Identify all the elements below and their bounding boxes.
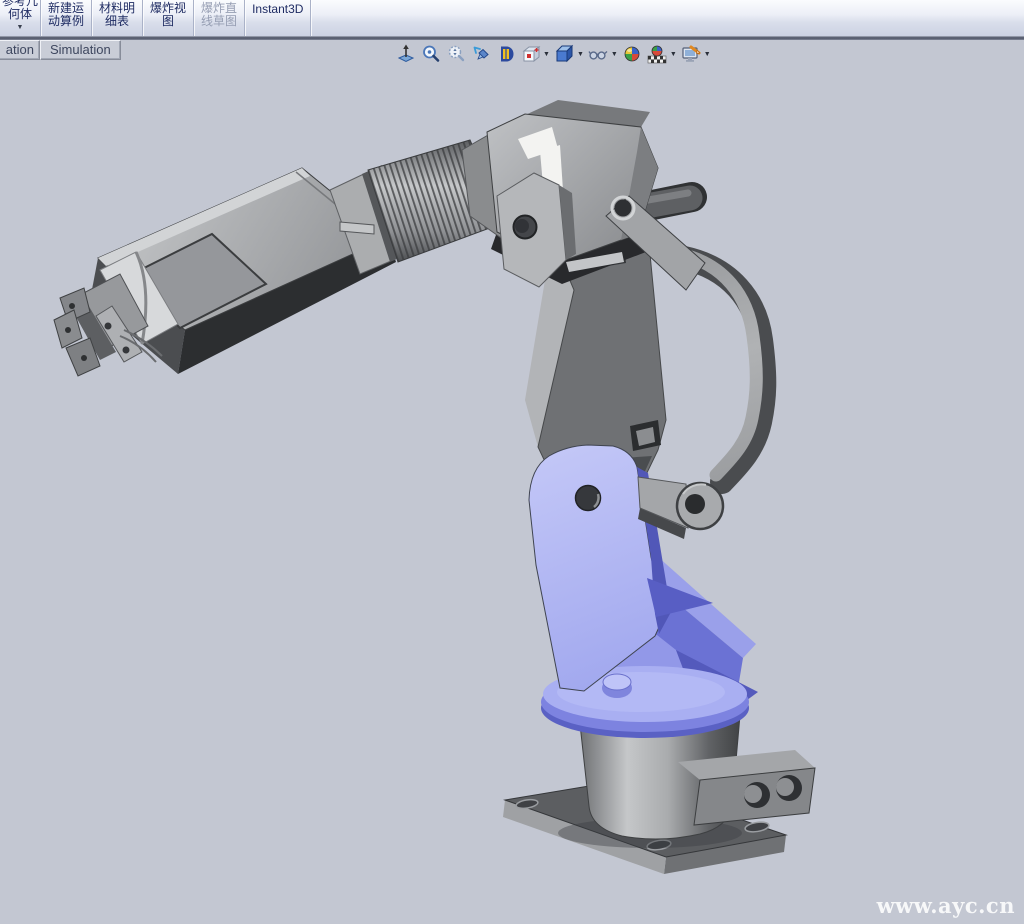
reference-geometry-button[interactable]: 参考几 何体 ▼ — [0, 0, 41, 36]
tab-simulation[interactable]: Simulation — [40, 40, 121, 60]
dropdown-caret-icon[interactable]: ▼ — [704, 51, 711, 58]
instant3d-button[interactable]: Instant3D — [245, 0, 311, 36]
previous-view-icon[interactable] — [471, 44, 491, 64]
dropdown-caret-icon[interactable]: ▼ — [670, 51, 677, 58]
button-label: 线草图 — [201, 15, 237, 28]
exploded-view-button[interactable]: 爆炸视 图 — [143, 0, 194, 36]
bill-of-materials-button[interactable]: 材料明 细表 — [92, 0, 143, 36]
button-label: 动算例 — [48, 15, 84, 28]
button-label: Instant3D — [252, 3, 303, 16]
lobe-hole — [576, 486, 601, 511]
link-hole — [685, 494, 705, 514]
commandmanager-tabs: ation Simulation — [0, 40, 121, 60]
zoom-to-area-icon[interactable] — [421, 44, 441, 64]
heads-up-view-toolbar: ▼ ▼ ▼ — [393, 44, 713, 64]
model-viewport-robot-arm[interactable] — [0, 0, 1024, 924]
display-style-icon[interactable] — [554, 44, 574, 64]
apply-scene-icon[interactable] — [647, 44, 667, 64]
dropdown-caret-icon[interactable]: ▼ — [17, 24, 24, 31]
solidworks-window: 参考几 何体 ▼ 新建运 动算例 材料明 细表 爆炸视 图 爆炸直 线草图 In… — [0, 0, 1024, 924]
explode-line-sketch-button: 爆炸直 线草图 — [194, 0, 245, 36]
side-block[interactable] — [678, 750, 815, 825]
watermark: www.ayc.cn — [877, 893, 1015, 918]
dropdown-caret-icon[interactable]: ▼ — [543, 51, 550, 58]
dropdown-caret-icon[interactable]: ▼ — [577, 51, 584, 58]
button-label: 细表 — [105, 15, 129, 28]
new-motion-study-button[interactable]: 新建运 动算例 — [41, 0, 92, 36]
view-settings-icon[interactable] — [681, 44, 701, 64]
toolbar-divider — [0, 36, 1024, 40]
command-toolbar: 参考几 何体 ▼ 新建运 动算例 材料明 细表 爆炸视 图 爆炸直 线草图 In… — [0, 0, 1024, 36]
button-label: 何体 — [8, 8, 32, 21]
hide-show-items-icon[interactable] — [588, 44, 608, 64]
zoom-to-fit-icon[interactable] — [396, 44, 416, 64]
section-view-icon[interactable] — [496, 44, 516, 64]
view-orientation-icon[interactable] — [521, 44, 541, 64]
disc-pin-top — [603, 674, 631, 690]
curved-linkage[interactable] — [680, 254, 764, 482]
edit-appearance-icon[interactable] — [622, 44, 642, 64]
dropdown-caret-icon[interactable]: ▼ — [611, 51, 618, 58]
button-label: 图 — [162, 15, 174, 28]
zoom-in-out-icon[interactable] — [446, 44, 466, 64]
tab-animation[interactable]: ation — [0, 40, 40, 60]
